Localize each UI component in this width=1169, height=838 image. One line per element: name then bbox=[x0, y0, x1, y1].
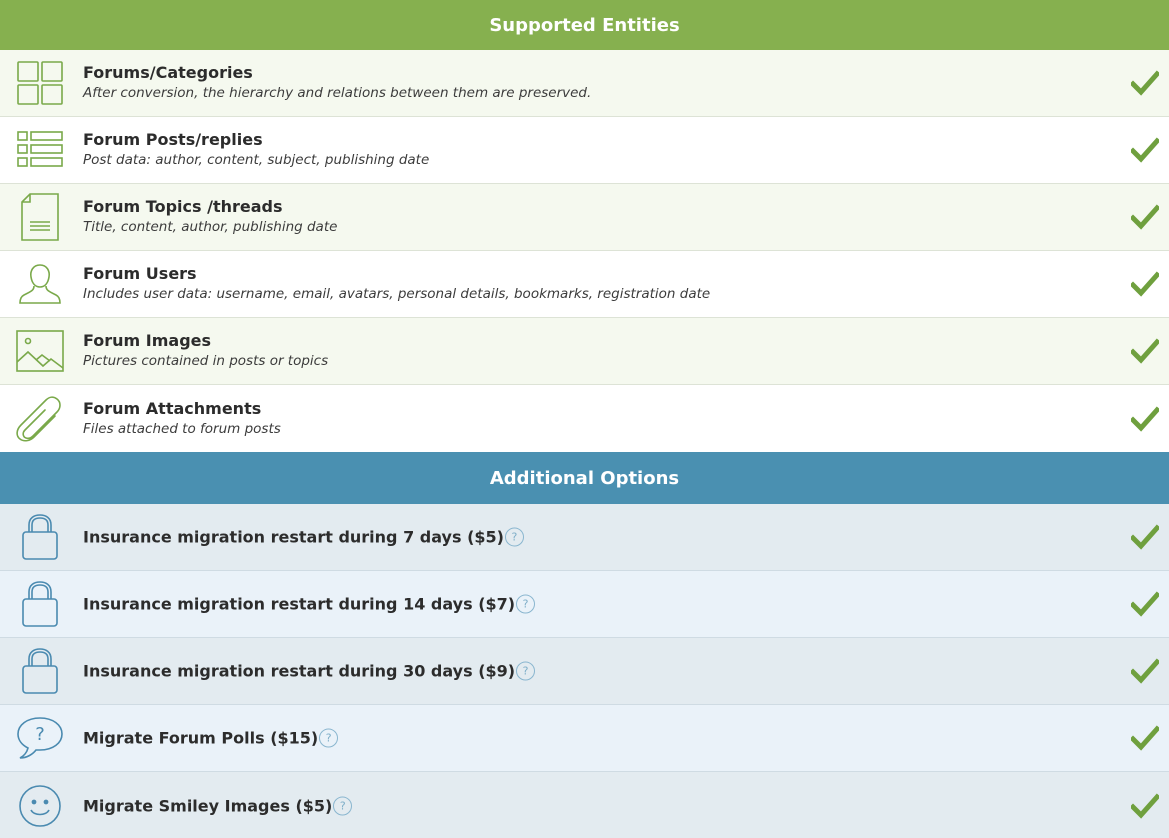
checkmark-icon bbox=[1131, 70, 1159, 96]
help-icon[interactable]: ? bbox=[516, 594, 536, 614]
additional-options-section: Additional Options Insurance migration r… bbox=[0, 452, 1169, 838]
lock-icon bbox=[14, 579, 66, 629]
option-row-insurance-14-days[interactable]: Insurance migration restart during 14 da… bbox=[0, 571, 1169, 638]
checkmark-icon bbox=[1131, 591, 1159, 617]
help-icon[interactable]: ? bbox=[516, 661, 536, 681]
entity-description: After conversion, the hierarchy and rela… bbox=[83, 85, 592, 101]
supported-entities-title: Supported Entities bbox=[489, 14, 680, 36]
option-title: Insurance migration restart during 14 da… bbox=[83, 594, 536, 614]
entity-title: Forum Attachments bbox=[83, 398, 262, 418]
lock-icon bbox=[14, 646, 66, 696]
checkmark-icon bbox=[1131, 792, 1159, 819]
additional-options-title: Additional Options bbox=[489, 467, 680, 489]
entity-description: Files attached to forum posts bbox=[83, 420, 281, 437]
option-title: Migrate Smiley Images ($5) ? bbox=[83, 796, 353, 815]
entity-row-forum-users: Forum Users Includes user data: username… bbox=[0, 251, 1169, 318]
checkmark-icon bbox=[1131, 204, 1159, 230]
supported-entities-section: Supported Entities Forums/Categories Aft… bbox=[0, 0, 1169, 452]
option-title-text: Insurance migration restart during 7 day… bbox=[83, 527, 504, 547]
entity-title: Forum Posts/replies bbox=[83, 130, 263, 149]
checkmark-icon bbox=[1131, 338, 1159, 364]
option-title-text: Insurance migration restart during 14 da… bbox=[83, 594, 516, 614]
checkmark-icon bbox=[1131, 725, 1159, 751]
option-title-text: Migrate Forum Polls ($15) bbox=[83, 728, 319, 748]
entity-description: Includes user data: username, email, ava… bbox=[83, 286, 711, 302]
user-icon bbox=[14, 259, 66, 309]
paperclip-icon bbox=[14, 394, 66, 444]
checkmark-icon bbox=[1131, 271, 1159, 297]
entity-title: Forum Topics /threads bbox=[83, 197, 283, 216]
lock-icon bbox=[14, 512, 66, 562]
entity-row-forums-categories: Forums/Categories After conversion, the … bbox=[0, 50, 1169, 117]
checkmark-icon bbox=[1131, 524, 1159, 550]
entity-row-forum-images: Forum Images Pictures contained in posts… bbox=[0, 318, 1169, 385]
option-title-text: Migrate Smiley Images ($5) bbox=[83, 796, 333, 815]
svg-text:?: ? bbox=[35, 724, 45, 745]
speech-bubble-question-icon: ? bbox=[14, 713, 66, 763]
list-icon bbox=[14, 125, 66, 175]
entity-description: Pictures contained in posts or topics bbox=[83, 353, 329, 369]
help-icon[interactable]: ? bbox=[504, 527, 524, 547]
option-row-smiley-images[interactable]: Migrate Smiley Images ($5) ? bbox=[0, 772, 1169, 838]
additional-options-header: Additional Options bbox=[0, 452, 1169, 504]
option-title-text: Insurance migration restart during 30 da… bbox=[83, 661, 516, 681]
option-row-forum-polls[interactable]: ? Migrate Forum Polls ($15) ? bbox=[0, 705, 1169, 772]
entity-title: Forums/Categories bbox=[83, 63, 253, 82]
smiley-icon bbox=[14, 781, 66, 831]
supported-entities-header: Supported Entities bbox=[0, 0, 1169, 50]
option-title: Insurance migration restart during 7 day… bbox=[83, 527, 524, 547]
grid-icon bbox=[14, 58, 66, 108]
entity-description: Title, content, author, publishing date bbox=[83, 219, 338, 235]
help-icon[interactable]: ? bbox=[333, 796, 353, 815]
option-row-insurance-30-days[interactable]: Insurance migration restart during 30 da… bbox=[0, 638, 1169, 705]
entity-title: Forum Images bbox=[83, 331, 212, 350]
option-title: Insurance migration restart during 30 da… bbox=[83, 661, 536, 681]
image-icon bbox=[14, 326, 66, 376]
checkmark-icon bbox=[1131, 405, 1159, 432]
checkmark-icon bbox=[1131, 658, 1159, 684]
entity-row-forum-topics: Forum Topics /threads Title, content, au… bbox=[0, 184, 1169, 251]
option-title: Migrate Forum Polls ($15) ? bbox=[83, 728, 339, 748]
entity-title: Forum Users bbox=[83, 264, 197, 283]
entity-description: Post data: author, content, subject, pub… bbox=[83, 152, 430, 168]
document-icon bbox=[14, 192, 66, 242]
help-icon[interactable]: ? bbox=[319, 728, 339, 748]
checkmark-icon bbox=[1131, 137, 1159, 163]
entity-row-forum-posts: Forum Posts/replies Post data: author, c… bbox=[0, 117, 1169, 184]
option-row-insurance-7-days[interactable]: Insurance migration restart during 7 day… bbox=[0, 504, 1169, 571]
entity-row-forum-attachments: Forum Attachments Files attached to foru… bbox=[0, 385, 1169, 452]
